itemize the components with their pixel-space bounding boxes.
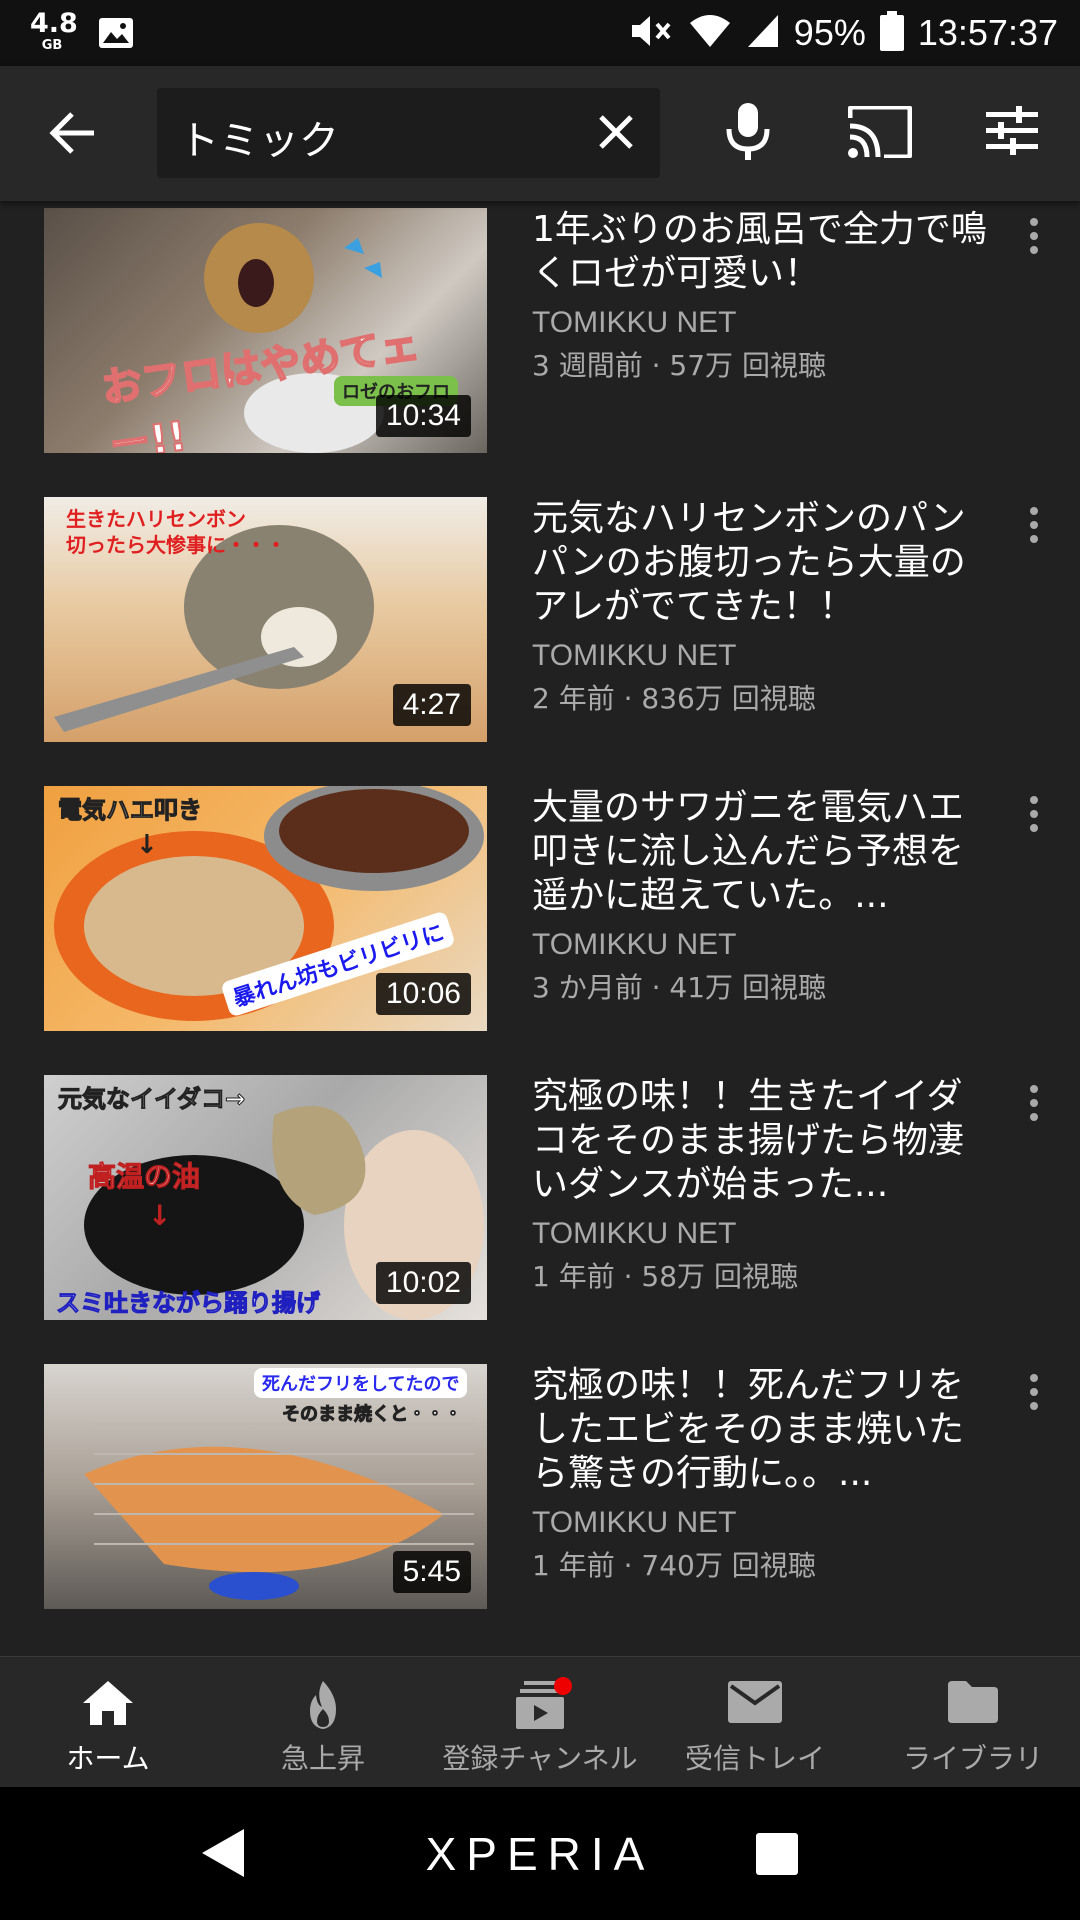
more-options-icon[interactable] (1024, 1374, 1044, 1414)
video-info[interactable]: 究極の味！！生きたイイダコをそのまま揚げたら物凄いダンスが始まった... TOM… (532, 1075, 992, 1295)
video-info[interactable]: 大量のサワガニを電気ハエ叩きに流し込んだら予想を遥かに超えていた。... TOM… (532, 786, 992, 1006)
video-meta: 1 年前 · 58万 回視聴 (532, 1260, 798, 1293)
inbox-mail-icon (726, 1679, 784, 1729)
memory-unit: GB (41, 38, 63, 53)
back-arrow-icon[interactable] (48, 110, 96, 160)
channel-name: TOMIKKU NET (532, 1506, 737, 1539)
video-result-item[interactable]: 電気ハエ叩き ↓ 暴れん坊もビリビリに 10:06 大量のサワガニを電気ハエ叩き… (0, 786, 1080, 1031)
video-duration: 10:06 (375, 973, 471, 1015)
library-folder-icon (946, 1679, 1000, 1729)
nav-tab-inbox[interactable]: 受信トレイ (675, 1657, 835, 1788)
thumbnail-caption: 死んだフリをしてたので (254, 1368, 468, 1398)
nav-label: ホーム (66, 1742, 150, 1775)
video-thumbnail[interactable]: おフロはやめてェー!! ロゼのおフロ 10:34 (44, 208, 487, 453)
thumbnail-caption: 元気なイイダコ→ (57, 1085, 246, 1114)
video-info[interactable]: 1年ぶりのお風呂で全力で鳴くロゼが可愛い！ TOMIKKU NET 3 週間前 … (532, 208, 992, 384)
search-input[interactable]: トミック (157, 88, 660, 178)
thumbnail-caption: そのまま焼くと・・・ (282, 1404, 463, 1426)
video-duration: 10:34 (375, 395, 471, 437)
cast-icon[interactable] (847, 104, 913, 162)
video-result-item[interactable]: 元気なイイダコ→ 高温の油 ↓ スミ吐きながら踊り揚げ 10:02 究極の味！！… (0, 1075, 1080, 1320)
thumbnail-caption: 高温の油 (87, 1160, 201, 1194)
more-options-icon[interactable] (1024, 507, 1044, 547)
channel-name: TOMIKKU NET (532, 1217, 737, 1250)
nav-label: 受信トレイ (684, 1742, 825, 1775)
thumbnail-caption: スミ吐きながら踊り揚げ (56, 1289, 321, 1318)
brand-logo: XPERIA (425, 1828, 655, 1880)
memory-indicator: 4.8 GB (30, 8, 78, 53)
nav-label: 登録チャンネル (442, 1742, 638, 1775)
video-title[interactable]: 1年ぶりのお風呂で全力で鳴くロゼが可愛い！ (532, 208, 992, 296)
recents-square-icon[interactable] (756, 1833, 798, 1879)
more-options-icon[interactable] (1024, 1085, 1044, 1125)
video-result-item[interactable]: 生きたハリセンボン 切ったら大惨事に・・・ 4:27 元気なハリセンボンのパンパ… (0, 497, 1080, 742)
home-icon (81, 1679, 135, 1731)
bottom-navigation: ホーム 急上昇 登録チャンネル 受信トレイ ライブラリ (0, 1656, 1080, 1787)
video-info[interactable]: 元気なハリセンボンのパンパンのお腹切ったら大量のアレがでてきた！！ TOMIKK… (532, 497, 992, 717)
system-navigation-bar: XPERIA (0, 1787, 1080, 1920)
nav-label: ライブラリ (902, 1742, 1043, 1775)
video-result-item[interactable]: 死んだフリをしてたので そのまま焼くと・・・ 5:45 究極の味！！死んだフリを… (0, 1364, 1080, 1609)
nav-tab-subscriptions[interactable]: 登録チャンネル (430, 1657, 650, 1788)
video-meta: 2 年前 · 836万 回視聴 (532, 682, 816, 715)
nav-tab-trending[interactable]: 急上昇 (253, 1657, 393, 1788)
thumbnail-caption: ↓ (136, 830, 158, 860)
video-info[interactable]: 究極の味！！死んだフリをしたエビをそのまま焼いたら驚きの行動に。。... TOM… (532, 1364, 992, 1584)
search-results-list[interactable]: おフロはやめてェー!! ロゼのおフロ 10:34 1年ぶりのお風呂で全力で鳴くロ… (0, 201, 1080, 1656)
video-thumbnail[interactable]: 生きたハリセンボン 切ったら大惨事に・・・ 4:27 (44, 497, 487, 742)
trending-fire-icon (302, 1679, 344, 1735)
notification-dot (554, 1677, 572, 1695)
video-title[interactable]: 究極の味！！生きたイイダコをそのまま揚げたら物凄いダンスが始まった... (532, 1075, 992, 1207)
nav-label: 急上昇 (280, 1742, 365, 1775)
image-icon (98, 17, 134, 53)
more-options-icon[interactable] (1024, 796, 1044, 836)
search-query-text[interactable]: トミック (179, 108, 339, 166)
video-duration: 10:02 (375, 1262, 471, 1304)
video-thumbnail[interactable]: 死んだフリをしてたので そのまま焼くと・・・ 5:45 (44, 1364, 487, 1609)
video-result-item[interactable]: おフロはやめてェー!! ロゼのおフロ 10:34 1年ぶりのお風呂で全力で鳴くロ… (0, 208, 1080, 453)
signal-icon (746, 13, 780, 53)
channel-name: TOMIKKU NET (532, 306, 737, 339)
filter-icon[interactable] (986, 106, 1038, 160)
status-bar: 4.8 GB 95% 13:57:37 (0, 0, 1080, 66)
battery-icon (879, 11, 904, 55)
nav-tab-library[interactable]: ライブラリ (893, 1657, 1053, 1788)
video-title[interactable]: 究極の味！！死んだフリをしたエビをそのまま焼いたら驚きの行動に。。... (532, 1364, 992, 1496)
channel-name: TOMIKKU NET (532, 928, 737, 961)
thumbnail-caption: 切ったら大惨事に・・・ (66, 533, 286, 557)
video-thumbnail[interactable]: 元気なイイダコ→ 高温の油 ↓ スミ吐きながら踊り揚げ 10:02 (44, 1075, 487, 1320)
video-duration: 4:27 (392, 684, 471, 726)
wifi-icon (688, 13, 732, 53)
more-options-icon[interactable] (1024, 218, 1044, 258)
video-title[interactable]: 大量のサワガニを電気ハエ叩きに流し込んだら予想を遥かに超えていた。... (532, 786, 992, 918)
nav-tab-home[interactable]: ホーム (38, 1657, 178, 1788)
video-meta: 1 年前 · 740万 回視聴 (532, 1549, 816, 1582)
clock: 13:57:37 (917, 12, 1058, 53)
memory-value: 4.8 (30, 8, 78, 39)
video-thumbnail[interactable]: 電気ハエ叩き ↓ 暴れん坊もビリビリに 10:06 (44, 786, 487, 1031)
battery-percent: 95% (793, 12, 866, 53)
mute-icon (630, 13, 674, 53)
video-meta: 3 か月前 · 41万 回視聴 (532, 971, 826, 1004)
search-header: トミック (0, 66, 1080, 201)
video-duration: 5:45 (392, 1551, 471, 1593)
video-title[interactable]: 元気なハリセンボンのパンパンのお腹切ったら大量のアレがでてきた！！ (532, 497, 992, 629)
clear-icon[interactable] (596, 112, 636, 156)
thumbnail-caption: ↓ (148, 1199, 172, 1232)
thumbnail-caption: 電気ハエ叩き (58, 796, 203, 825)
channel-name: TOMIKKU NET (532, 639, 737, 672)
mic-icon[interactable] (726, 103, 770, 165)
video-meta: 3 週間前 · 57万 回視聴 (532, 349, 826, 382)
